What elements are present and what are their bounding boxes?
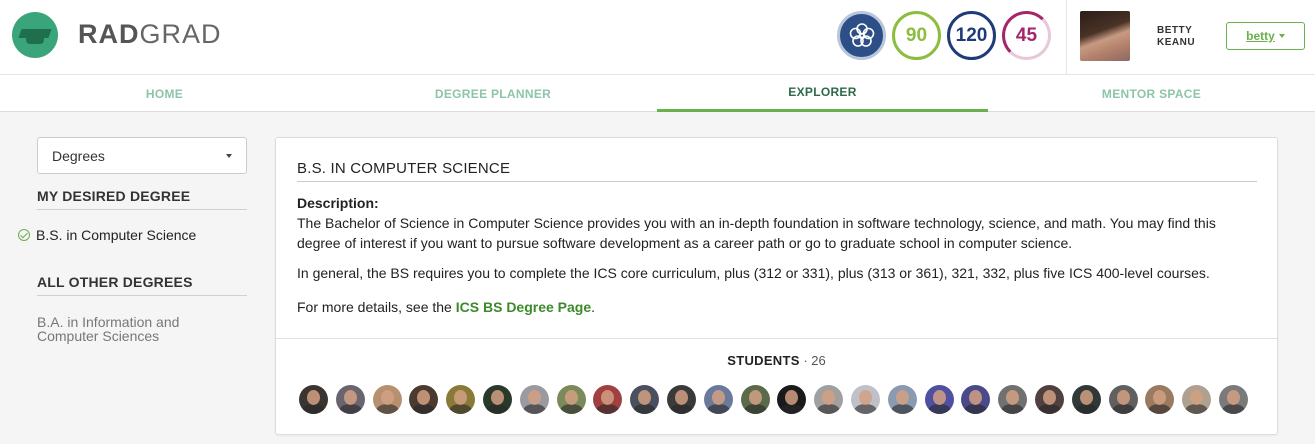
caret-down-icon [1278,34,1285,38]
student-avatar[interactable] [630,385,660,414]
students-heading: STUDENTS · 26 [276,353,1277,368]
other-degree-item[interactable]: B.A. in Information and Computer Science… [37,315,217,343]
student-avatar[interactable] [593,385,623,414]
student-avatar[interactable] [1145,385,1175,414]
student-avatar[interactable] [998,385,1028,414]
student-avatar[interactable] [851,385,880,414]
student-avatar[interactable] [299,385,328,414]
student-avatar[interactable] [1108,385,1138,414]
student-avatar[interactable] [519,385,549,414]
student-avatar[interactable] [1071,385,1101,414]
degree-detail-card: B.S. IN COMPUTER SCIENCE Description: Th… [275,137,1278,435]
tab-home[interactable]: HOME [0,75,329,112]
student-avatar[interactable] [556,385,586,414]
all-other-degrees-heading: ALL OTHER DEGREES [37,274,247,296]
student-avatar[interactable] [667,385,696,414]
competency-score-badge[interactable]: 120 [947,11,996,60]
check-circle-icon [18,229,30,241]
student-avatar[interactable] [446,385,476,414]
main-nav: HOME DEGREE PLANNER EXPLORER MENTOR SPAC… [0,75,1315,112]
dropdown-caret-icon [226,154,232,158]
student-avatar[interactable] [924,385,954,414]
student-avatar[interactable] [335,385,365,414]
student-avatar[interactable] [1035,385,1064,414]
explorer-type-dropdown[interactable]: Degrees [37,137,247,174]
student-avatar[interactable] [372,385,402,414]
ice-flower-icon[interactable] [837,11,886,60]
student-avatar[interactable] [961,385,991,414]
students-separator: · [799,353,812,368]
top-header: RADGRAD 90 120 45 BETTY KEANU betty [0,0,1315,75]
user-last-name: KEANU [1157,37,1196,48]
students-count: 26 [811,353,826,368]
details-text: For more details, see the ICS BS Degree … [297,299,595,315]
graduation-cap-base [26,36,44,44]
student-avatar[interactable] [777,385,807,414]
student-avatar[interactable] [703,385,733,414]
my-desired-degree-heading: MY DESIRED DEGREE [37,188,247,210]
degree-title: B.S. IN COMPUTER SCIENCE [297,160,1257,182]
brand-name-bold: RAD [78,19,140,49]
radgrad-logo-icon[interactable] [12,12,58,58]
innovation-score-badge[interactable]: 90 [892,11,941,60]
details-suffix: . [591,299,596,315]
experience-score-badge[interactable]: 45 [1002,11,1051,60]
description-label: Description: [297,195,379,211]
student-avatar[interactable] [887,385,917,414]
tab-explorer[interactable]: EXPLORER [657,75,988,112]
user-avatar[interactable] [1080,11,1130,61]
user-menu-label: betty [1246,29,1275,43]
details-prefix: For more details, see the [297,299,456,315]
ice-flower-svg [849,22,874,47]
desired-degree-item[interactable]: B.S. in Computer Science [18,227,196,243]
user-name: BETTY KEANU [1157,25,1195,49]
user-first-name: BETTY [1157,25,1193,36]
ics-bs-degree-page-link[interactable]: ICS BS Degree Page [456,299,591,315]
dropdown-value: Degrees [52,147,105,164]
student-avatar[interactable] [1219,385,1248,414]
requirements-text: In general, the BS requires you to compl… [297,265,1210,281]
tab-degree-planner[interactable]: DEGREE PLANNER [329,75,657,112]
header-divider [1066,0,1067,75]
student-avatar[interactable] [740,385,770,414]
desired-degree-label: B.S. in Computer Science [36,227,197,243]
card-divider [276,338,1277,339]
brand-name[interactable]: RADGRAD [78,19,222,50]
student-avatar[interactable] [1182,385,1212,414]
student-avatar[interactable] [483,385,512,414]
brand-name-light: GRAD [139,19,222,49]
student-avatar[interactable] [409,385,439,414]
students-label: STUDENTS [727,353,800,368]
description-text: The Bachelor of Science in Computer Scie… [297,215,1216,251]
tab-mentor-space[interactable]: MENTOR SPACE [988,75,1315,112]
user-menu-button[interactable]: betty [1226,22,1305,50]
student-avatar[interactable] [814,385,844,414]
